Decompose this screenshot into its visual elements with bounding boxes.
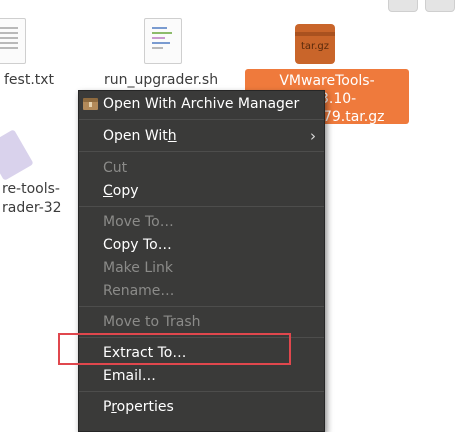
menu-label: Make Link: [103, 260, 173, 276]
menu-label: operties: [116, 399, 174, 415]
menu-label: opy: [112, 183, 139, 199]
menu-label: Move To…: [103, 214, 174, 230]
menu-separator: [79, 306, 324, 307]
toolbar-button[interactable]: [388, 0, 418, 12]
menu-label: Open Wit: [103, 128, 168, 144]
menu-label: Rename…: [103, 283, 175, 299]
menu-separator: [79, 391, 324, 392]
toolbar-button[interactable]: [425, 0, 455, 12]
menu-label: Open With Archive Manager: [103, 96, 300, 112]
context-menu: Open With Archive Manager Open With › Cu…: [78, 90, 325, 432]
file-manifest[interactable]: fest.txt: [0, 18, 60, 98]
menu-mnemonic: h: [167, 128, 177, 144]
menu-label: Email…: [103, 368, 156, 384]
archive-icon: tar.gz: [295, 24, 335, 64]
menu-mnemonic: C: [103, 183, 113, 199]
menu-label: Cut: [103, 160, 128, 176]
annotation-highlight-box: [58, 333, 291, 365]
file-label: run_upgrader.sh: [104, 72, 219, 88]
menu-open-with[interactable]: Open With ›: [79, 125, 324, 148]
menu-move-to[interactable]: Move To…: [79, 211, 324, 234]
file-label: fest.txt: [4, 72, 55, 88]
menu-label: Move to Trash: [103, 314, 201, 330]
menu-rename[interactable]: Rename…: [79, 280, 324, 303]
archive-manager-icon: [83, 98, 98, 110]
file-run-upgrader[interactable]: run_upgrader.sh: [98, 18, 228, 98]
menu-cut[interactable]: Cut: [79, 157, 324, 180]
menu-label: P: [103, 399, 112, 415]
menu-move-to-trash[interactable]: Move to Trash: [79, 311, 324, 334]
menu-separator: [79, 151, 324, 152]
menu-separator: [79, 206, 324, 207]
menu-separator: [79, 119, 324, 120]
menu-copy-to[interactable]: Copy To…: [79, 234, 324, 257]
text-file-icon: [0, 18, 26, 64]
file-label-line1: re-tools-: [2, 181, 60, 197]
menu-copy[interactable]: Copy: [79, 180, 324, 203]
menu-make-link[interactable]: Make Link: [79, 257, 324, 280]
menu-label: Copy To…: [103, 237, 172, 253]
executable-icon: [0, 129, 34, 181]
menu-properties[interactable]: Properties: [79, 396, 324, 419]
chevron-right-icon: ›: [310, 127, 316, 145]
menu-email[interactable]: Email…: [79, 365, 324, 388]
archive-icon-label: tar.gz: [300, 41, 330, 52]
file-label-line2: rader-32: [2, 200, 62, 216]
menu-open-archive-manager[interactable]: Open With Archive Manager: [79, 93, 324, 116]
script-file-icon: [144, 18, 182, 64]
file-vmware-tools-upgrader[interactable]: re-tools- rader-32: [0, 129, 62, 220]
